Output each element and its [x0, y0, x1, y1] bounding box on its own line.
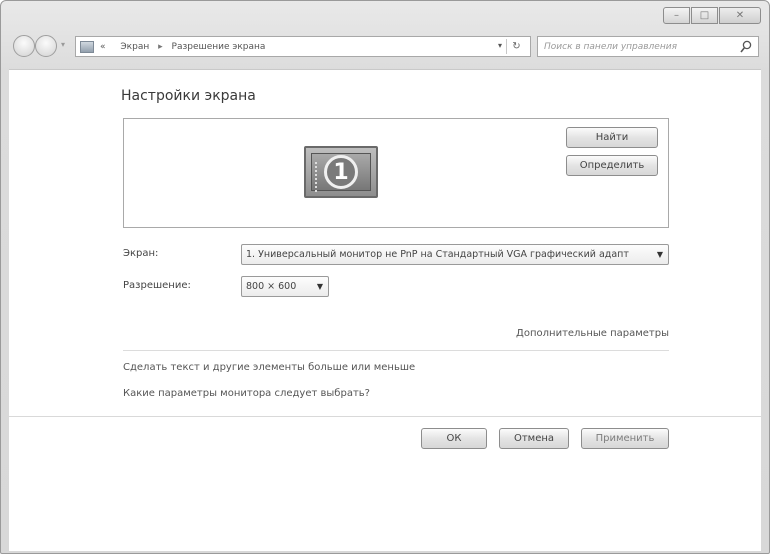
search-box[interactable]: Поиск в панели управления [537, 36, 759, 57]
screen-label: Экран: [123, 248, 159, 259]
maximize-icon: □ [699, 10, 710, 21]
page-title: Настройки экрана [121, 88, 256, 104]
monitor-number-badge: 1 [324, 155, 358, 189]
monitor-1-icon[interactable]: 1 [304, 146, 378, 198]
window-controls: – □ ✕ [663, 7, 761, 24]
address-bar[interactable]: « Экран ▸ Разрешение экрана ▾ ↻ [75, 36, 531, 57]
breadcrumb-separator-icon[interactable]: ▸ [158, 42, 163, 52]
minimize-button[interactable]: – [663, 7, 690, 24]
monitor-arrangement-panel: 1 Найти Определить [123, 118, 669, 228]
address-dropdown-icon[interactable]: ▾ [498, 41, 502, 50]
control-panel-window: – □ ✕ ▾ « Экран ▸ Разрешение экрана ▾ ↻ … [0, 0, 770, 554]
apply-button[interactable]: Применить [581, 428, 669, 449]
footer-divider [9, 416, 761, 417]
search-input[interactable]: Поиск в панели управления [544, 42, 677, 52]
chevron-down-icon: ▼ [316, 282, 323, 291]
navigation-bar: ▾ « Экран ▸ Разрешение экрана ▾ ↻ Поиск … [13, 35, 759, 59]
monitor-help-link[interactable]: Какие параметры монитора следует выбрать… [123, 388, 370, 399]
find-button[interactable]: Найти [566, 127, 658, 148]
text-size-link[interactable]: Сделать текст и другие элементы больше и… [123, 362, 415, 373]
control-panel-icon [80, 40, 94, 53]
content-area: Настройки экрана 1 Найти Определить Экра… [9, 69, 761, 551]
chevron-down-icon: ▼ [656, 250, 663, 259]
recent-pages-chevron-icon[interactable]: ▾ [61, 40, 65, 49]
identify-button[interactable]: Определить [566, 155, 658, 176]
breadcrumb-item-screen[interactable]: Экран [120, 42, 149, 52]
close-button[interactable]: ✕ [719, 7, 761, 24]
resolution-label: Разрешение: [123, 280, 191, 291]
search-icon[interactable] [740, 40, 752, 53]
divider [123, 350, 669, 351]
breadcrumb-overflow[interactable]: « [100, 42, 106, 52]
back-button[interactable] [13, 35, 35, 57]
resolution-select[interactable]: 800 × 600 ▼ [241, 276, 329, 297]
advanced-settings-link[interactable]: Дополнительные параметры [516, 328, 669, 339]
minimize-icon: – [674, 10, 679, 21]
ok-button[interactable]: ОК [421, 428, 487, 449]
breadcrumb: « Экран ▸ Разрешение экрана [100, 42, 265, 52]
refresh-icon[interactable]: ↻ [506, 39, 526, 54]
screen-select-value: 1. Универсальный монитор не PnP на Станд… [246, 249, 629, 260]
cancel-button[interactable]: Отмена [499, 428, 569, 449]
close-icon: ✕ [735, 10, 745, 21]
screen-select[interactable]: 1. Универсальный монитор не PnP на Станд… [241, 244, 669, 265]
breadcrumb-item-resolution[interactable]: Разрешение экрана [172, 42, 266, 52]
resolution-select-value: 800 × 600 [246, 281, 297, 292]
forward-button[interactable] [35, 35, 57, 57]
maximize-button[interactable]: □ [691, 7, 718, 24]
